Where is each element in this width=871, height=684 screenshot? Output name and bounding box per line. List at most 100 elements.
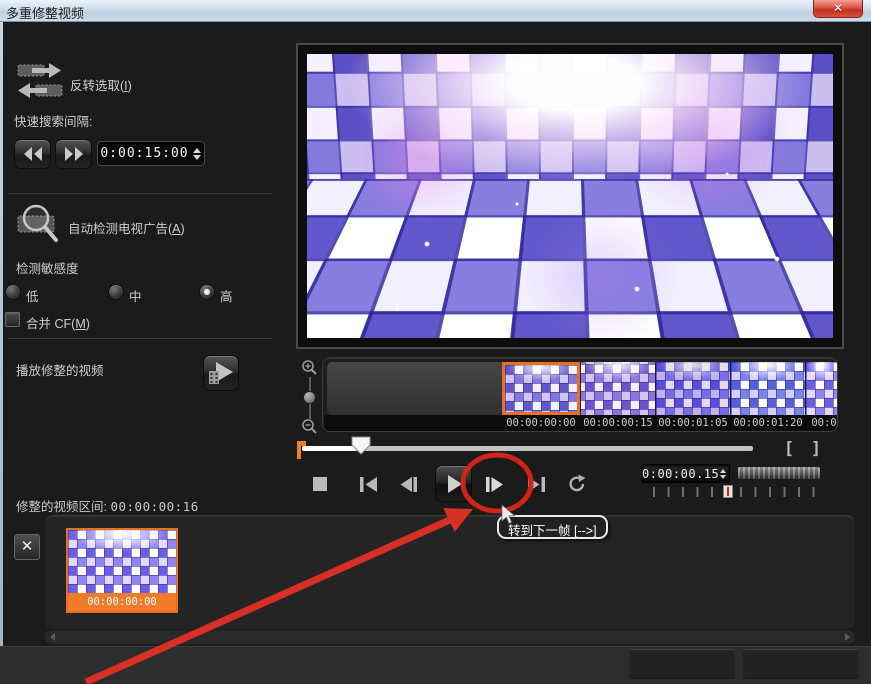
clip-thumbnail-image [505, 365, 577, 412]
current-time-field[interactable]: 0:00:00.15 [641, 464, 730, 483]
auto-detect-label: 自动检测电视广告(A) [68, 218, 185, 237]
sensitivity-label: 检测敏感度 [16, 258, 79, 277]
spin-up-icon [720, 469, 726, 473]
timeline-clip-thumb[interactable] [656, 362, 730, 415]
stop-icon [312, 476, 328, 492]
video-preview-frame [296, 43, 844, 349]
search-interval-spinner[interactable] [191, 148, 204, 160]
previous-frame-button[interactable] [396, 473, 422, 495]
repeat-button[interactable] [564, 473, 590, 495]
scroll-left-icon[interactable] [50, 633, 55, 641]
clip-thumbnail-image [581, 362, 655, 415]
spin-down-icon [720, 475, 726, 479]
skip-to-end-icon [527, 476, 547, 493]
rewind-icon [23, 147, 43, 161]
timeline-clip-thumb[interactable] [502, 362, 580, 415]
invert-selection-button[interactable] [16, 60, 64, 102]
spin-down-icon [193, 155, 201, 160]
timeline-timecode: 00:0 [809, 417, 838, 429]
timeline-clip-thumb[interactable] [581, 362, 655, 415]
sensitivity-low-label: 低 [26, 286, 39, 305]
search-interval-field[interactable]: 0:00:15:00 [97, 141, 205, 166]
tooltip-text: 转到下一帧 [-->] [508, 524, 597, 538]
timeline-clip-thumb[interactable] [806, 362, 838, 415]
sensitivity-medium-label: 中 [129, 286, 142, 305]
play-trimmed-label: 播放修整的视频 [16, 360, 104, 379]
trim-range-info: 修整的视频区间: 00:00:00:16 [16, 496, 199, 515]
trimmed-clip-thumbnail [68, 530, 176, 593]
delete-clip-button[interactable]: ✕ [14, 534, 40, 560]
timeline-strip[interactable]: 00:00:00:00 00:00:00:15 00:00:01:05 00:0… [322, 357, 838, 432]
trim-start-marker[interactable] [297, 441, 306, 464]
next-frame-icon [484, 476, 504, 493]
fast-forward-icon [64, 147, 84, 161]
sensitivity-radio-high[interactable] [199, 284, 215, 300]
tooltip: 转到下一帧 [-->] [497, 515, 608, 539]
window-left-border [0, 22, 3, 684]
jog-wheel[interactable] [737, 466, 821, 480]
trim-range-value: 00:00:00:16 [110, 499, 198, 514]
play-icon [444, 474, 464, 494]
current-time-spinner[interactable] [719, 469, 729, 479]
timeline-empty-area [327, 362, 502, 415]
mark-in-button[interactable]: [ [779, 440, 799, 459]
sensitivity-radio-low[interactable] [5, 284, 21, 300]
timeline-clip-thumb[interactable] [731, 362, 805, 415]
repeat-icon [567, 474, 587, 494]
invert-selection-label: 反转选取(I) [70, 75, 132, 94]
separator [8, 193, 272, 194]
footer-button[interactable] [743, 649, 859, 678]
separator [8, 338, 272, 339]
timeline-zoom-control [299, 357, 321, 437]
scroll-right-icon[interactable] [845, 633, 850, 641]
close-button[interactable]: ✕ [813, 0, 863, 18]
video-preview [307, 54, 833, 338]
current-time-value: 0:00:00.15 [642, 467, 719, 481]
shuttle-slider-handle[interactable] [723, 485, 733, 498]
footer-button[interactable] [629, 649, 735, 678]
clip-thumbnail-image [806, 362, 838, 415]
auto-detect-ads-icon [16, 200, 66, 248]
zoom-slider-handle[interactable] [303, 391, 316, 404]
sensitivity-high-label: 高 [220, 286, 233, 305]
trimmed-clip-timecode: 00:00:00:00 [68, 593, 176, 611]
stop-button[interactable] [307, 473, 333, 495]
play-button[interactable] [435, 465, 472, 502]
zoom-in-icon[interactable] [301, 359, 319, 377]
play-trimmed-video-icon [207, 360, 235, 386]
merge-cf-label: 合并 CF(M) [26, 313, 90, 332]
preview-sparkles [307, 54, 833, 338]
scrubber-handle[interactable] [351, 436, 371, 460]
multi-trim-dialog: 多重修整视频 ✕ 反转选取(I) 快速搜索间隔: 0:00:15:00 [0, 0, 871, 684]
spin-up-icon [193, 148, 201, 153]
shuttle-slider-track[interactable] [653, 487, 827, 497]
clip-thumbnail-image [656, 362, 730, 415]
trimmed-clip-item[interactable]: 00:00:00:00 [66, 528, 178, 613]
last-frame-button[interactable] [524, 473, 550, 495]
skip-to-start-icon [358, 476, 378, 493]
sensitivity-radio-medium[interactable] [108, 284, 124, 300]
previous-frame-icon [399, 476, 419, 493]
invert-selection-icon [16, 60, 64, 102]
mark-out-button[interactable]: ] [806, 440, 826, 459]
timeline-timecode: 00:00:00:15 [581, 417, 655, 429]
search-backward-button[interactable] [14, 139, 51, 169]
quick-search-label: 快速搜索间隔: [14, 111, 92, 130]
search-forward-button[interactable] [55, 139, 92, 169]
dialog-footer [0, 646, 871, 684]
merge-cf-checkbox[interactable] [5, 312, 20, 327]
timeline-timecode: 00:00:00:00 [502, 417, 580, 429]
zoom-out-icon[interactable] [301, 418, 319, 436]
search-interval-value: 0:00:15:00 [98, 146, 191, 161]
window-title: 多重修整视频 [6, 3, 84, 22]
play-trimmed-button[interactable] [203, 355, 239, 391]
auto-detect-button[interactable] [16, 200, 66, 248]
first-frame-button[interactable] [355, 473, 381, 495]
titlebar: 多重修整视频 [0, 0, 871, 22]
next-frame-button[interactable] [481, 473, 507, 495]
timeline-timecode: 00:00:01:05 [656, 417, 730, 429]
timeline-timecode: 00:00:01:20 [731, 417, 805, 429]
bin-horizontal-scrollbar[interactable] [45, 629, 855, 644]
clip-thumbnail-image [731, 362, 805, 415]
trim-range-label: 修整的视频区间: [16, 500, 107, 514]
